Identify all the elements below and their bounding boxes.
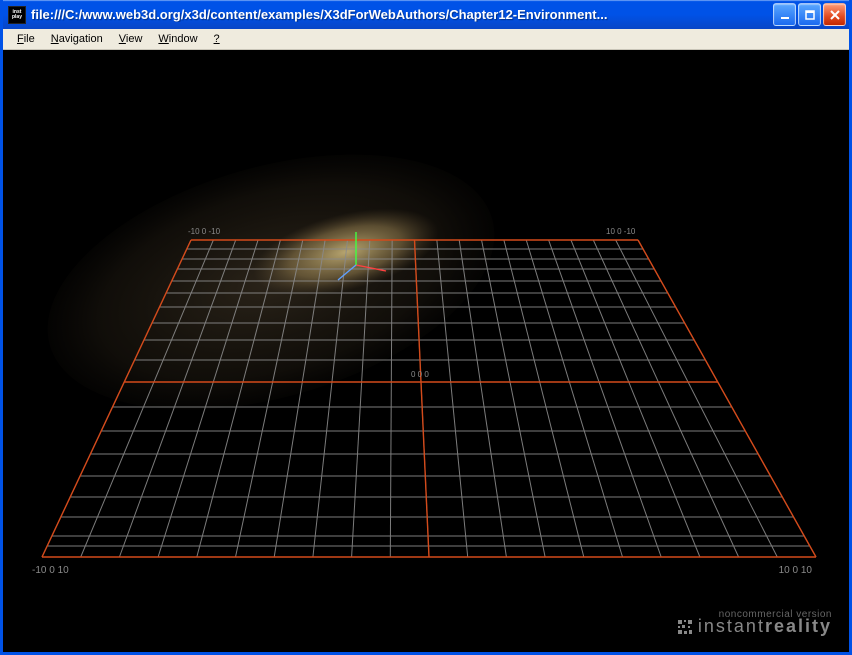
maximize-button[interactable] [798,3,821,26]
grid-label-bl: -10 0 10 [32,565,69,576]
watermark-plain: instant [698,616,765,636]
menu-view[interactable]: View [111,31,151,47]
scene-svg [6,52,852,652]
qr-icon [678,620,692,634]
grid-label-br: 10 0 10 [779,565,812,576]
menu-file[interactable]: File [9,31,43,47]
window-title: file:///C:/www.web3d.org/x3d/content/exa… [31,7,773,22]
grid-label-tr: 10 0 -10 [606,227,635,236]
app-icon-line2: play [12,15,22,20]
close-icon [830,10,840,20]
app-window: inst play file:///C:/www.web3d.org/x3d/c… [0,0,852,655]
grid-label-tl: -10 0 -10 [188,227,220,236]
minimize-icon [780,10,790,20]
menu-window[interactable]: Window [150,31,205,47]
menu-help[interactable]: ? [206,31,228,47]
menu-navigation[interactable]: Navigation [43,31,111,47]
watermark-bold: reality [765,616,832,636]
titlebar[interactable]: inst play file:///C:/www.web3d.org/x3d/c… [3,0,849,29]
close-button[interactable] [823,3,846,26]
app-icon: inst play [8,6,26,24]
maximize-icon [805,10,815,20]
watermark-brand: instantreality [678,616,832,637]
3d-viewport[interactable]: -10 0 10 10 0 10 -10 0 -10 10 0 -10 0 0 … [6,52,846,649]
window-buttons [773,3,846,26]
menubar: File Navigation View Window ? [3,29,849,50]
minimize-button[interactable] [773,3,796,26]
grid-label-center: 0 0 0 [411,370,429,379]
watermark: noncommercial version instantreality [678,609,832,637]
